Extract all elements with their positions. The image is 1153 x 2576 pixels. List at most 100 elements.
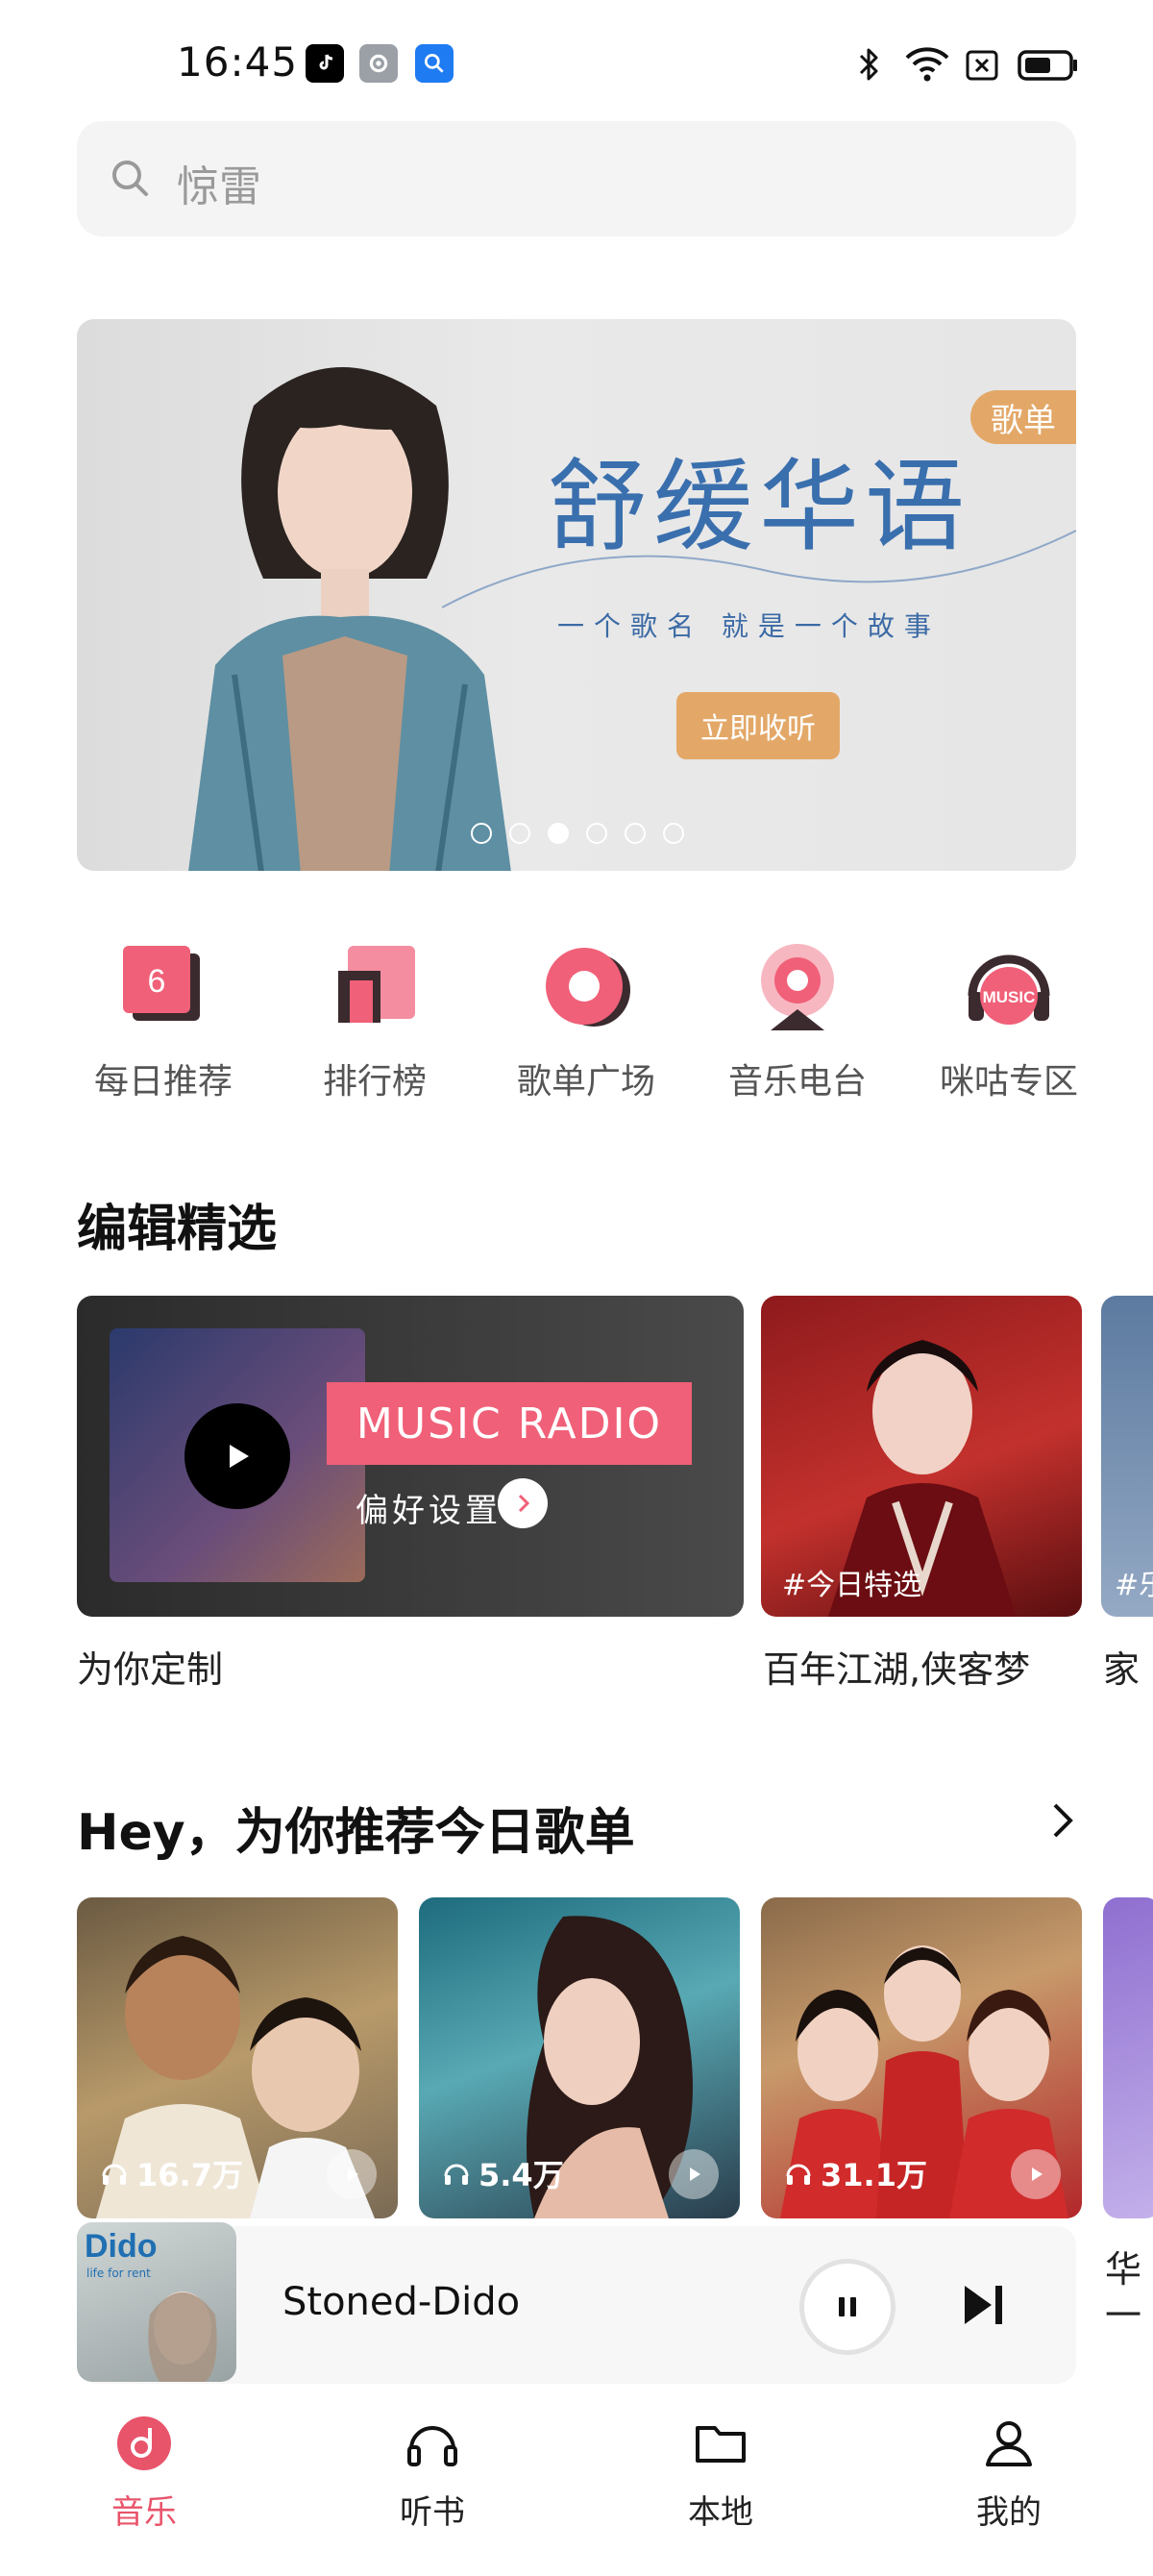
tab-music[interactable]: 音乐 bbox=[48, 2393, 240, 2576]
pause-button[interactable] bbox=[799, 2259, 895, 2355]
play-count-value: 31.1万 bbox=[821, 2157, 927, 2193]
tab-label: 音乐 bbox=[111, 2493, 177, 2532]
quicknav-label: 歌单广场 bbox=[516, 1062, 655, 1102]
quicknav-label: 音乐电台 bbox=[727, 1062, 867, 1102]
tab-audiobook[interactable]: 听书 bbox=[336, 2393, 528, 2576]
status-bar: 16:45 bbox=[0, 0, 1153, 125]
quicknav-label: 咪咕专区 bbox=[939, 1062, 1078, 1102]
now-playing-title: Stoned-Dido bbox=[282, 2280, 521, 2324]
svg-text:MUSIC: MUSIC bbox=[983, 988, 1036, 1006]
editor-card-partial[interactable]: #乐 bbox=[1101, 1296, 1153, 1617]
now-playing-cover: Dido life for rent bbox=[77, 2222, 236, 2382]
section-title-playlists: Hey，为你推荐今日歌单 bbox=[77, 1804, 635, 1862]
section-title-editor-picks: 编辑精选 bbox=[77, 1201, 278, 1258]
quicknav-daily-recommend[interactable]: 6 每日推荐 bbox=[58, 942, 269, 1115]
search-icon bbox=[110, 158, 152, 204]
playlist-card[interactable]: 31.1万 bbox=[761, 1897, 1082, 2218]
playlist-partial-label: 华 bbox=[1105, 2248, 1142, 2291]
chevron-right-icon[interactable] bbox=[498, 1478, 548, 1528]
skip-next-icon bbox=[965, 2286, 1002, 2324]
tab-label: 听书 bbox=[400, 2493, 465, 2532]
bottom-tab-bar: 音乐 听书 本地 我的 bbox=[0, 2393, 1153, 2576]
playlist-card[interactable]: 16.7万 bbox=[77, 1897, 398, 2218]
tab-mine[interactable]: 我的 bbox=[913, 2393, 1105, 2576]
quicknav-label: 每日推荐 bbox=[93, 1062, 233, 1102]
quicknav-playlist-square[interactable]: 歌单广场 bbox=[480, 942, 692, 1115]
tab-label: 本地 bbox=[688, 2493, 753, 2532]
no-sim-icon bbox=[965, 44, 999, 85]
play-count-value: 5.4万 bbox=[478, 2157, 564, 2193]
play-count: 5.4万 bbox=[442, 2151, 564, 2195]
play-button[interactable] bbox=[184, 1403, 290, 1509]
banner-pagination[interactable] bbox=[471, 823, 684, 844]
vpn-icon bbox=[415, 44, 454, 83]
pagination-dot[interactable] bbox=[625, 823, 646, 844]
folder-icon bbox=[696, 2426, 746, 2463]
quicknav-label: 排行榜 bbox=[322, 1062, 427, 1102]
preference-settings-label[interactable]: 偏好设置 bbox=[356, 1484, 502, 1531]
playlist-disc-icon bbox=[540, 942, 632, 1034]
music-radio-label: MUSIC RADIO bbox=[327, 1382, 692, 1465]
tab-local[interactable]: 本地 bbox=[625, 2393, 817, 2576]
banner-headline: 舒缓华语 bbox=[548, 448, 971, 565]
quick-nav: 6 每日推荐 排行榜 歌单广场 音乐电台 MUSIC 咪咕专区 bbox=[58, 942, 1115, 1115]
music-note-icon bbox=[117, 2416, 171, 2470]
card-chip: #今日特选 bbox=[782, 1569, 922, 1602]
pagination-dot-active[interactable] bbox=[548, 823, 569, 844]
play-icon bbox=[690, 2167, 700, 2181]
radio-icon bbox=[751, 942, 844, 1034]
user-icon bbox=[986, 2421, 1032, 2466]
promo-banner[interactable]: 歌单 舒缓华语 一个歌名 就是一个故事 立即收听 bbox=[77, 319, 1076, 871]
card-chip: #乐 bbox=[1115, 1569, 1153, 1602]
play-icon bbox=[348, 2167, 358, 2181]
pagination-dot[interactable] bbox=[586, 823, 607, 844]
editor-card-jianghu[interactable]: #今日特选 bbox=[761, 1296, 1082, 1617]
pagination-dot[interactable] bbox=[663, 823, 684, 844]
settings-gear-icon bbox=[359, 44, 398, 83]
listen-now-button[interactable]: 立即收听 bbox=[676, 692, 840, 759]
play-count: 31.1万 bbox=[784, 2151, 927, 2195]
search-bar[interactable]: 惊雷 bbox=[77, 121, 1076, 236]
playlist-play-button[interactable] bbox=[327, 2149, 377, 2199]
battery-icon bbox=[1017, 44, 1080, 85]
editor-card-title: 为你定制 bbox=[77, 1648, 224, 1691]
headphones-icon bbox=[786, 2164, 811, 2185]
tiktok-icon bbox=[306, 44, 344, 83]
headphones-icon bbox=[102, 2164, 127, 2185]
editor-card-title: 家 bbox=[1103, 1648, 1141, 1691]
svg-text:6: 6 bbox=[148, 963, 166, 1000]
playlist-play-button[interactable] bbox=[669, 2149, 719, 2199]
banner-tag: 歌单 bbox=[970, 390, 1076, 444]
quicknav-radio[interactable]: 音乐电台 bbox=[692, 942, 903, 1115]
headphones-music-icon: MUSIC bbox=[963, 942, 1055, 1034]
calendar-6-icon: 6 bbox=[117, 942, 209, 1034]
status-time: 16:45 bbox=[177, 38, 299, 86]
pagination-dot[interactable] bbox=[509, 823, 530, 844]
next-track-button[interactable] bbox=[959, 2274, 1009, 2340]
tab-label: 我的 bbox=[976, 2493, 1042, 2532]
playlist-card[interactable]: 5.4万 bbox=[419, 1897, 740, 2218]
cover-person-image bbox=[148, 2291, 217, 2382]
headphones-icon bbox=[407, 2426, 457, 2466]
play-count: 16.7万 bbox=[100, 2151, 243, 2195]
editor-card-title: 百年江湖,侠客梦 bbox=[763, 1648, 1031, 1691]
quicknav-charts[interactable]: 排行榜 bbox=[269, 942, 480, 1115]
headphones-icon bbox=[444, 2164, 469, 2185]
playlist-partial-sub: 一 bbox=[1105, 2294, 1142, 2337]
playlist-card-partial[interactable] bbox=[1103, 1897, 1153, 2218]
play-count-value: 16.7万 bbox=[136, 2157, 243, 2193]
bluetooth-icon bbox=[855, 44, 884, 85]
pause-icon bbox=[839, 2297, 856, 2316]
search-placeholder: 惊雷 bbox=[177, 162, 261, 211]
mini-player[interactable]: Dido life for rent Stoned-Dido bbox=[77, 2222, 1076, 2384]
chevron-right-icon[interactable] bbox=[1045, 1799, 1080, 1845]
editor-card-custom[interactable]: MUSIC RADIO 偏好设置 bbox=[77, 1296, 744, 1617]
wifi-icon bbox=[903, 44, 951, 85]
quicknav-migu-zone[interactable]: MUSIC 咪咕专区 bbox=[903, 942, 1115, 1115]
chart-icon bbox=[329, 942, 421, 1034]
pagination-dot[interactable] bbox=[471, 823, 492, 844]
play-icon bbox=[230, 1445, 249, 1468]
playlist-play-button[interactable] bbox=[1011, 2149, 1061, 2199]
play-icon bbox=[1032, 2167, 1043, 2181]
banner-subline: 一个歌名 就是一个故事 bbox=[557, 610, 941, 642]
